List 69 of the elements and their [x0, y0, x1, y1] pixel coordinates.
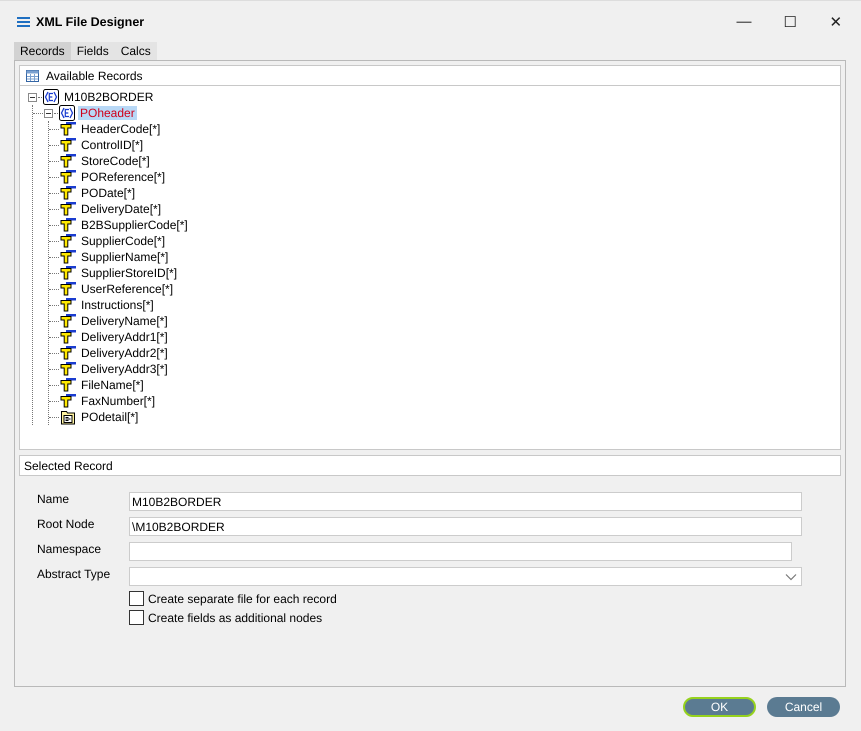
tree-item[interactable]: POdetail[*]	[79, 410, 140, 424]
collapse-toggle[interactable]	[44, 108, 53, 118]
window-title: XML File Designer	[36, 14, 146, 28]
field-icon	[60, 362, 76, 376]
maximize-button[interactable]: ☐	[767, 4, 813, 40]
dialog-button[interactable]: OK	[683, 697, 756, 717]
field-icon	[60, 202, 76, 216]
tree-item[interactable]: DeliveryName[*]	[79, 314, 170, 328]
tree-item[interactable]: M10B2BORDER	[62, 90, 156, 104]
field-icon	[60, 170, 76, 184]
panel-title: Available Records	[46, 68, 142, 82]
tab[interactable]: Fields	[70, 42, 115, 60]
input-field[interactable]	[129, 542, 792, 561]
field-icon	[60, 378, 76, 392]
checkbox-label: Create separate file for each record	[148, 592, 337, 606]
field-label: Name	[37, 492, 70, 508]
field-icon	[60, 266, 76, 280]
tree-item[interactable]: POReference[*]	[79, 170, 168, 184]
minimize-button[interactable]: —	[721, 4, 767, 40]
tree-item[interactable]: StoreCode[*]	[79, 154, 152, 168]
tree-item[interactable]: DeliveryAddr2[*]	[79, 346, 170, 360]
tree-item[interactable]: SupplierName[*]	[79, 250, 170, 264]
field-icon	[60, 314, 76, 328]
field-icon	[60, 330, 76, 344]
field-icon	[60, 250, 76, 264]
field-icon	[60, 186, 76, 200]
table-icon	[26, 70, 39, 82]
input-field[interactable]: M10B2BORDER	[129, 492, 802, 511]
section-title: Selected Record	[24, 458, 113, 472]
tree-item[interactable]: DeliveryAddr3[*]	[79, 362, 170, 376]
checkbox-label: Create fields as additional nodes	[148, 610, 322, 624]
field-label: Root Node	[37, 517, 96, 533]
tree-item[interactable]: DeliveryDate[*]	[79, 202, 164, 216]
tree-item[interactable]: ControlID[*]	[79, 138, 146, 152]
field-icon	[60, 154, 76, 168]
field-label: Abstract Type	[37, 567, 112, 583]
tree-item[interactable]: SupplierCode[*]	[79, 234, 168, 248]
field-icon	[60, 122, 76, 136]
tab[interactable]: Records	[14, 42, 71, 60]
tree-item[interactable]: DeliveryAddr1[*]	[79, 330, 170, 344]
field-icon	[60, 218, 76, 232]
field-icon	[60, 394, 76, 408]
tree-item[interactable]: FileName[*]	[79, 378, 146, 392]
tree-item[interactable]: UserReference[*]	[79, 282, 176, 296]
tree-item[interactable]: HeaderCode[*]	[79, 122, 162, 136]
tab[interactable]: Calcs	[114, 42, 157, 60]
field-icon	[60, 282, 76, 296]
menu-icon	[17, 16, 30, 26]
dialog-button[interactable]: Cancel	[767, 697, 840, 717]
input-field[interactable]: \M10B2BORDER	[129, 517, 802, 536]
field-icon	[60, 298, 76, 312]
field-icon	[60, 234, 76, 248]
table-icon	[60, 409, 76, 425]
chevron-down-icon	[785, 572, 797, 580]
tree-item[interactable]: B2BSupplierCode[*]	[79, 218, 190, 232]
field-label: Namespace	[37, 542, 102, 558]
field-icon	[60, 346, 76, 360]
checkbox[interactable]	[129, 610, 144, 625]
tree-item[interactable]: SupplierStoreID[*]	[79, 266, 180, 280]
element-icon	[43, 89, 59, 105]
tree-item[interactable]: FaxNumber[*]	[79, 394, 158, 408]
element-icon	[59, 105, 75, 121]
tree-item[interactable]: Instructions[*]	[79, 298, 156, 312]
tree-item[interactable]: POheader	[78, 106, 137, 120]
tree-item[interactable]: PODate[*]	[79, 186, 138, 200]
close-button[interactable]: ✕	[813, 4, 859, 40]
collapse-toggle[interactable]	[28, 92, 37, 102]
checkbox[interactable]	[129, 591, 144, 606]
field-icon	[60, 138, 76, 152]
